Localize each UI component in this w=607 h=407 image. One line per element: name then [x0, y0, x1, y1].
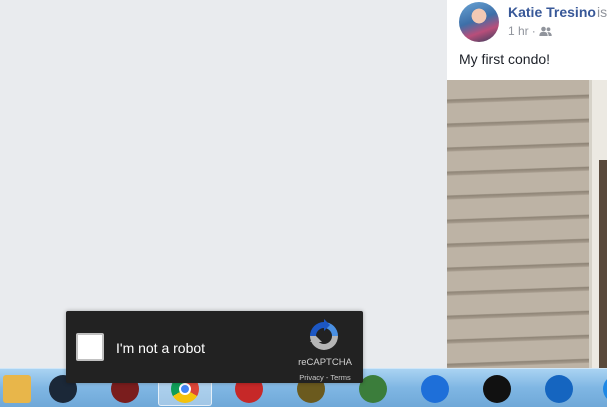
recaptcha-widget: I'm not a robot reCAPTCHA Privacy - Term… — [66, 311, 363, 383]
post-meta: 1 hr · — [508, 24, 552, 38]
recaptcha-links: Privacy - Terms — [295, 373, 355, 382]
taskbar-button-diamond-app[interactable] — [532, 371, 586, 406]
app-icon — [603, 374, 607, 403]
friends-icon[interactable] — [538, 26, 552, 36]
post-author-link[interactable]: Katie Tresino — [508, 4, 596, 20]
recaptcha-logo-icon — [310, 319, 338, 350]
gamepad-icon — [483, 374, 511, 403]
post-timestamp[interactable]: 1 hr — [508, 24, 529, 38]
diamond-app-icon — [545, 374, 573, 403]
facebook-post: Katie Tresino 1 hr · My first condo! — [447, 0, 607, 368]
file-explorer-icon — [3, 374, 31, 403]
taskbar-button-g-app[interactable] — [408, 371, 462, 406]
recaptcha-link-separator: - — [325, 373, 329, 382]
recaptcha-brand: reCAPTCHA — [298, 357, 352, 368]
meta-separator: · — [531, 24, 536, 38]
taskbar-button-gamepad[interactable] — [470, 371, 524, 406]
recaptcha-terms-link[interactable]: Terms — [330, 373, 350, 382]
recaptcha-label: I'm not a robot — [116, 340, 206, 356]
recaptcha-checkbox[interactable] — [76, 333, 104, 361]
post-header: Katie Tresino 1 hr · My first condo! — [447, 0, 607, 78]
post-photo[interactable] — [447, 80, 607, 368]
shield-app-icon — [359, 374, 387, 403]
post-text: My first condo! — [459, 51, 551, 67]
author-avatar[interactable] — [459, 2, 499, 42]
photo-door-frame — [599, 160, 607, 368]
recaptcha-privacy-link[interactable]: Privacy — [299, 373, 324, 382]
taskbar-button-app[interactable] — [590, 371, 607, 406]
post-author-suffix: is — [597, 4, 607, 20]
g-app-icon — [421, 374, 449, 403]
